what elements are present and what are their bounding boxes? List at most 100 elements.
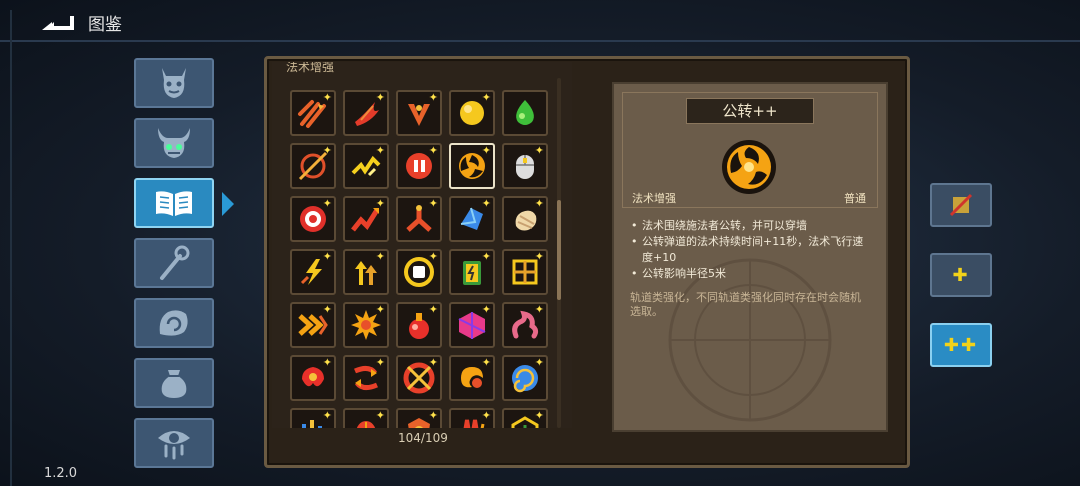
sparkle-icon: ✦ [322,356,332,369]
sparkle-icon: ✦ [534,197,544,210]
back-button[interactable] [40,8,80,34]
grid-item[interactable]: ✦ [290,90,336,136]
hand-swirl-icon [159,310,188,336]
sparkle-icon: ✦ [481,144,491,157]
grid-item[interactable]: ✦ [502,143,548,189]
grid-item[interactable]: ✦ [502,196,548,242]
grid-item[interactable]: ✦ [290,249,336,295]
sparkle-icon: ✦ [481,197,491,210]
grid-item[interactable]: ✦ [343,143,389,189]
horned-skull-icon [158,128,190,158]
eye-drip-icon [158,431,190,460]
back-icon [42,16,74,30]
grid-item[interactable]: ✦ [343,302,389,348]
plus-plus-button[interactable]: ✚✚ [930,323,992,367]
slash-icon [949,193,973,217]
grid-item[interactable]: ✦ [449,196,495,242]
grid-item[interactable]: ✦ [449,143,495,189]
item-grid[interactable]: 法术增强 ✦ ✦ ✦ ✦ ✦ ✦ ✦ ✦ ✦ ✦ ✦ ✦ ✦ ✦ ✦ ✦ ✦ ✦ ✦ ✦ ✦ ✦ ✦ ✦ ✦ ✦ ✦ ✦ ✦ ✦ ✦ ✦ ✦ ✦ [272,62,572,432]
category-header: 法术增强 [286,62,335,74]
grid-item[interactable]: ✦ [290,302,336,348]
description-line: 公转影响半径5米 [630,266,874,282]
grid-item[interactable]: ✦ [502,355,548,401]
sparkle-icon: ✦ [428,303,438,316]
sparkle-icon: ✦ [428,250,438,263]
grid-item[interactable]: ✦ [396,143,442,189]
grid-item[interactable]: ✦ [449,302,495,348]
grid-item[interactable]: ✦ [343,249,389,295]
sparkle-icon: ✦ [322,303,332,316]
grid-item[interactable]: ✦ [502,302,548,348]
sparkle-icon: ✦ [428,144,438,157]
tab-bosses[interactable] [134,118,214,168]
open-book-icon [156,191,192,216]
tab-monsters[interactable] [134,58,214,108]
sparkle-icon: ✦ [534,356,544,369]
grid-item[interactable]: ✦ [290,355,336,401]
grid-item[interactable]: ✦ [449,355,495,401]
grid-item[interactable]: ✦ [343,196,389,242]
left-border [0,10,12,486]
grid-item[interactable]: ✦ [449,90,495,136]
grid-item[interactable]: ✦ [502,249,548,295]
demon-face-icon [162,68,186,98]
tab-codex[interactable] [134,178,214,228]
item-category: 法术增强 [632,192,676,205]
grid-item[interactable]: ✦ [396,355,442,401]
scrollbar-thumb[interactable] [557,200,561,300]
sparkle-icon: ✦ [428,197,438,210]
sparkle-icon: ✦ [322,144,332,157]
grid-item[interactable]: ✦ [290,196,336,242]
sparkle-icon: ✦ [322,91,332,104]
sparkle-icon: ✦ [481,91,491,104]
item-rarity: 普通 [844,192,866,205]
sparkle-icon: ✦ [481,250,491,263]
sparkle-icon: ✦ [322,197,332,210]
sparkle-icon: ✦ [375,356,385,369]
sparkle-icon: ✦ [375,197,385,210]
grid-item[interactable]: ✦ [396,196,442,242]
item-description: 法术围绕施法者公转，并可以穿墙 公转弹道的法术持续时间+11秒，法术飞行速度+1… [630,218,874,282]
version-label: 1.2.0 [44,466,78,481]
page-title: 图鉴 [88,15,122,35]
tab-curses[interactable] [134,418,214,468]
green-drop-icon [516,100,534,125]
item-note: 轨道类强化，不同轨道类强化同时存在时会随机选取。 [630,291,861,318]
plus-plus-button-label: ✚✚ [943,334,979,356]
grid-item[interactable] [502,90,548,136]
sparkle-icon: ✦ [428,409,438,422]
top-bar: 图鉴 [0,0,1080,44]
orbit-swirl-icon [722,140,776,194]
grid-item[interactable]: ✦ [396,90,442,136]
sparkle-icon: ✦ [375,250,385,263]
sparkle-icon: ✦ [375,144,385,157]
grid-item[interactable]: ✦ [396,249,442,295]
item-name: 公转++ [686,98,814,124]
staff-icon [160,245,190,280]
plus-button[interactable]: ✚ [930,253,992,297]
sparkle-icon: ✦ [375,409,385,422]
grid-item[interactable]: ✦ [343,90,389,136]
pouch-icon [161,370,187,398]
grid-item[interactable]: ✦ [290,143,336,189]
sparkle-icon: ✦ [322,409,332,422]
tab-relics[interactable] [134,298,214,348]
sparkle-icon: ✦ [534,409,544,422]
sparkle-icon: ✦ [375,303,385,316]
top-divider [0,40,1080,42]
description-line: 公转弹道的法术持续时间+11秒，法术飞行速度+10 [630,234,874,266]
sparkle-icon: ✦ [534,250,544,263]
grid-item[interactable]: ✦ [343,355,389,401]
sparkle-icon: ✦ [322,250,332,263]
tab-potions[interactable] [134,358,214,408]
item-counter: 104/109 [398,431,448,445]
active-tab-indicator [222,192,234,216]
sparkle-icon: ✦ [534,303,544,316]
sparkle-icon: ✦ [375,91,385,104]
sparkle-icon: ✦ [481,356,491,369]
grid-item[interactable]: ✦ [396,302,442,348]
no-upgrade-button[interactable] [930,183,992,227]
sparkle-icon: ✦ [428,91,438,104]
grid-item[interactable]: ✦ [449,249,495,295]
tab-staffs[interactable] [134,238,214,288]
